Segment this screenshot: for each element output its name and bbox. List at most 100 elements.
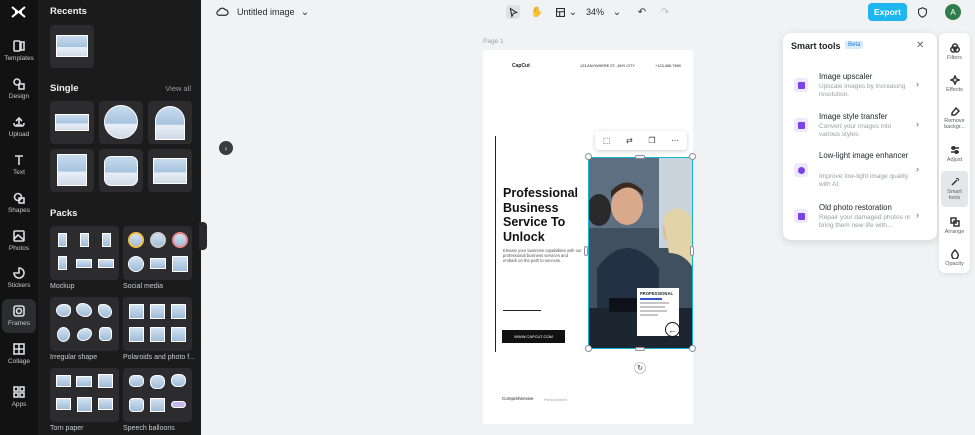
avatar[interactable]: A <box>945 4 961 20</box>
smart-tool-image-upscaler[interactable]: Image upscaler Upscale images by increas… <box>792 72 930 106</box>
scroll-right-icon[interactable]: › <box>219 141 233 155</box>
rail-item-stickers[interactable]: Stickers <box>2 261 36 295</box>
duplicate-icon[interactable]: ❐ <box>648 136 655 145</box>
smart-tool-photo-restoration[interactable]: Old photo restoration Repair your damage… <box>792 203 930 237</box>
resize-handle-right[interactable] <box>690 246 694 256</box>
design-phone-text[interactable]: +123-456-7890 <box>655 64 681 68</box>
cloud-save-icon[interactable] <box>215 5 229 19</box>
design-arrow-line[interactable] <box>503 310 541 311</box>
rail-item-frames[interactable]: Frames <box>2 299 36 333</box>
single-frame-tile[interactable] <box>148 101 192 144</box>
filters-icon <box>949 43 960 53</box>
canvas-size-icon[interactable] <box>553 5 567 19</box>
single-frame-tile[interactable] <box>99 149 143 192</box>
design-vertical-line[interactable] <box>495 136 496 352</box>
rail-label: Text <box>13 169 25 176</box>
replace-icon[interactable]: ⇄ <box>626 136 633 145</box>
single-frame-tile[interactable] <box>99 101 143 144</box>
photo-restoration-icon <box>794 209 808 223</box>
low-light-enhancer-icon <box>794 163 808 177</box>
rail-item-shapes[interactable]: Shapes <box>2 186 36 220</box>
rr-remove-background[interactable]: Remove backgr... <box>941 100 968 136</box>
design-footer-text[interactable]: Personalized <box>544 397 567 402</box>
single-frame-tile[interactable] <box>50 101 94 144</box>
document-title[interactable]: Untitled image <box>237 7 295 17</box>
hand-tool-icon[interactable]: ✋ <box>530 5 544 19</box>
capcut-logo-icon[interactable] <box>10 5 27 19</box>
pack-mockup-tile[interactable] <box>50 226 119 280</box>
design-address-text[interactable]: 123 ANYWHERE ST., ANY CITY <box>580 64 635 68</box>
frame-thumbnail <box>55 114 89 131</box>
pack-irregular-shape-tile[interactable] <box>50 297 119 351</box>
rail-item-apps[interactable]: Apps <box>2 380 36 414</box>
design-headline[interactable]: Professional Business Service To Unlock <box>503 186 589 244</box>
chevron-down-icon[interactable]: ⌄ <box>610 5 624 19</box>
rail-item-templates[interactable]: Templates <box>2 34 36 68</box>
resize-handle-left[interactable] <box>584 246 588 256</box>
pack-speech-balloons-tile[interactable] <box>123 368 192 422</box>
resize-handle-top[interactable] <box>635 155 645 159</box>
single-frame-tile[interactable] <box>50 149 94 192</box>
rail-item-design[interactable]: Design <box>2 72 36 106</box>
redo-icon[interactable]: ↷ <box>658 5 672 19</box>
design-icon <box>13 78 25 90</box>
resize-handle-bottom[interactable] <box>635 347 645 351</box>
rr-filters[interactable]: Filters <box>941 36 968 68</box>
crop-icon[interactable]: ⬚ <box>603 136 611 145</box>
chevron-right-icon: › <box>916 79 919 89</box>
rail-item-text[interactable]: Text <box>2 148 36 182</box>
design-body-text[interactable]: Elevate your business capabilities with … <box>503 248 583 264</box>
shield-icon[interactable] <box>915 5 929 19</box>
resize-handle-bl[interactable] <box>585 345 592 352</box>
rail-item-collage[interactable]: Collage <box>2 337 36 371</box>
close-icon[interactable]: ✕ <box>916 40 924 51</box>
left-nav-rail: Templates Design Upload Text Shapes Phot… <box>0 0 38 435</box>
smart-tool-style-transfer[interactable]: Image style transfer Convert your images… <box>792 112 930 146</box>
design-cta-box[interactable]: WWW.CAPCUT.COM <box>502 330 565 343</box>
rail-item-photos[interactable]: Photos <box>2 224 36 258</box>
design-logo-text[interactable]: CapCut <box>512 63 530 69</box>
rr-arrange[interactable]: Arrange <box>941 210 968 242</box>
rr-label: Effects <box>946 87 963 93</box>
chevron-down-icon[interactable]: ⌄ <box>566 5 580 19</box>
recent-frame-tile[interactable] <box>50 25 94 68</box>
tool-name: Old photo restoration <box>819 203 892 212</box>
overlay-highlight-line <box>640 298 662 300</box>
more-options-icon[interactable]: ⋯ <box>671 136 679 145</box>
eraser-icon <box>950 106 960 116</box>
arrow-left-icon[interactable]: ← <box>665 322 680 337</box>
export-button[interactable]: Export <box>868 3 907 21</box>
smart-tool-low-light-enhancer[interactable]: Low-light image enhancer Improve low-lig… <box>792 151 930 195</box>
zoom-level[interactable]: 34% <box>586 7 604 17</box>
pack-polaroids-tile[interactable] <box>123 297 192 351</box>
panel-collapse-handle[interactable] <box>199 222 207 250</box>
resize-handle-tr[interactable] <box>689 153 696 160</box>
resize-handle-tl[interactable] <box>585 153 592 160</box>
chevron-down-icon[interactable]: ⌄ <box>298 5 312 19</box>
pack-torn-paper-tile[interactable] <box>50 368 119 422</box>
photos-icon <box>13 230 25 242</box>
single-frame-tile[interactable] <box>148 149 192 192</box>
rail-label: Apps <box>11 401 27 408</box>
rr-adjust[interactable]: Adjust <box>941 138 968 170</box>
rail-label: Photos <box>8 245 30 252</box>
rr-label: Opacity <box>945 261 964 267</box>
tool-name: Image style transfer <box>819 112 888 121</box>
rail-item-upload[interactable]: Upload <box>2 110 36 144</box>
templates-icon <box>13 40 25 52</box>
smart-tools-title: Smart tools <box>791 41 841 51</box>
stickers-icon <box>13 267 25 279</box>
rotate-icon[interactable]: ↻ <box>634 362 646 374</box>
apps-icon <box>13 386 25 398</box>
design-footer-text[interactable]: Comprehensive <box>502 396 534 401</box>
rr-opacity[interactable]: Opacity <box>941 242 968 274</box>
view-all-link[interactable]: View all <box>165 84 191 93</box>
rr-smart-tools[interactable]: Smart tools <box>941 171 968 207</box>
rr-label: Arrange <box>944 229 965 235</box>
tool-description: Repair your damaged photos or bring them… <box>819 214 911 229</box>
undo-icon[interactable]: ↶ <box>635 5 649 19</box>
select-pointer-icon[interactable] <box>506 5 520 19</box>
resize-handle-br[interactable] <box>689 345 696 352</box>
pack-social-media-tile[interactable] <box>123 226 192 280</box>
rr-effects[interactable]: Effects <box>941 68 968 100</box>
